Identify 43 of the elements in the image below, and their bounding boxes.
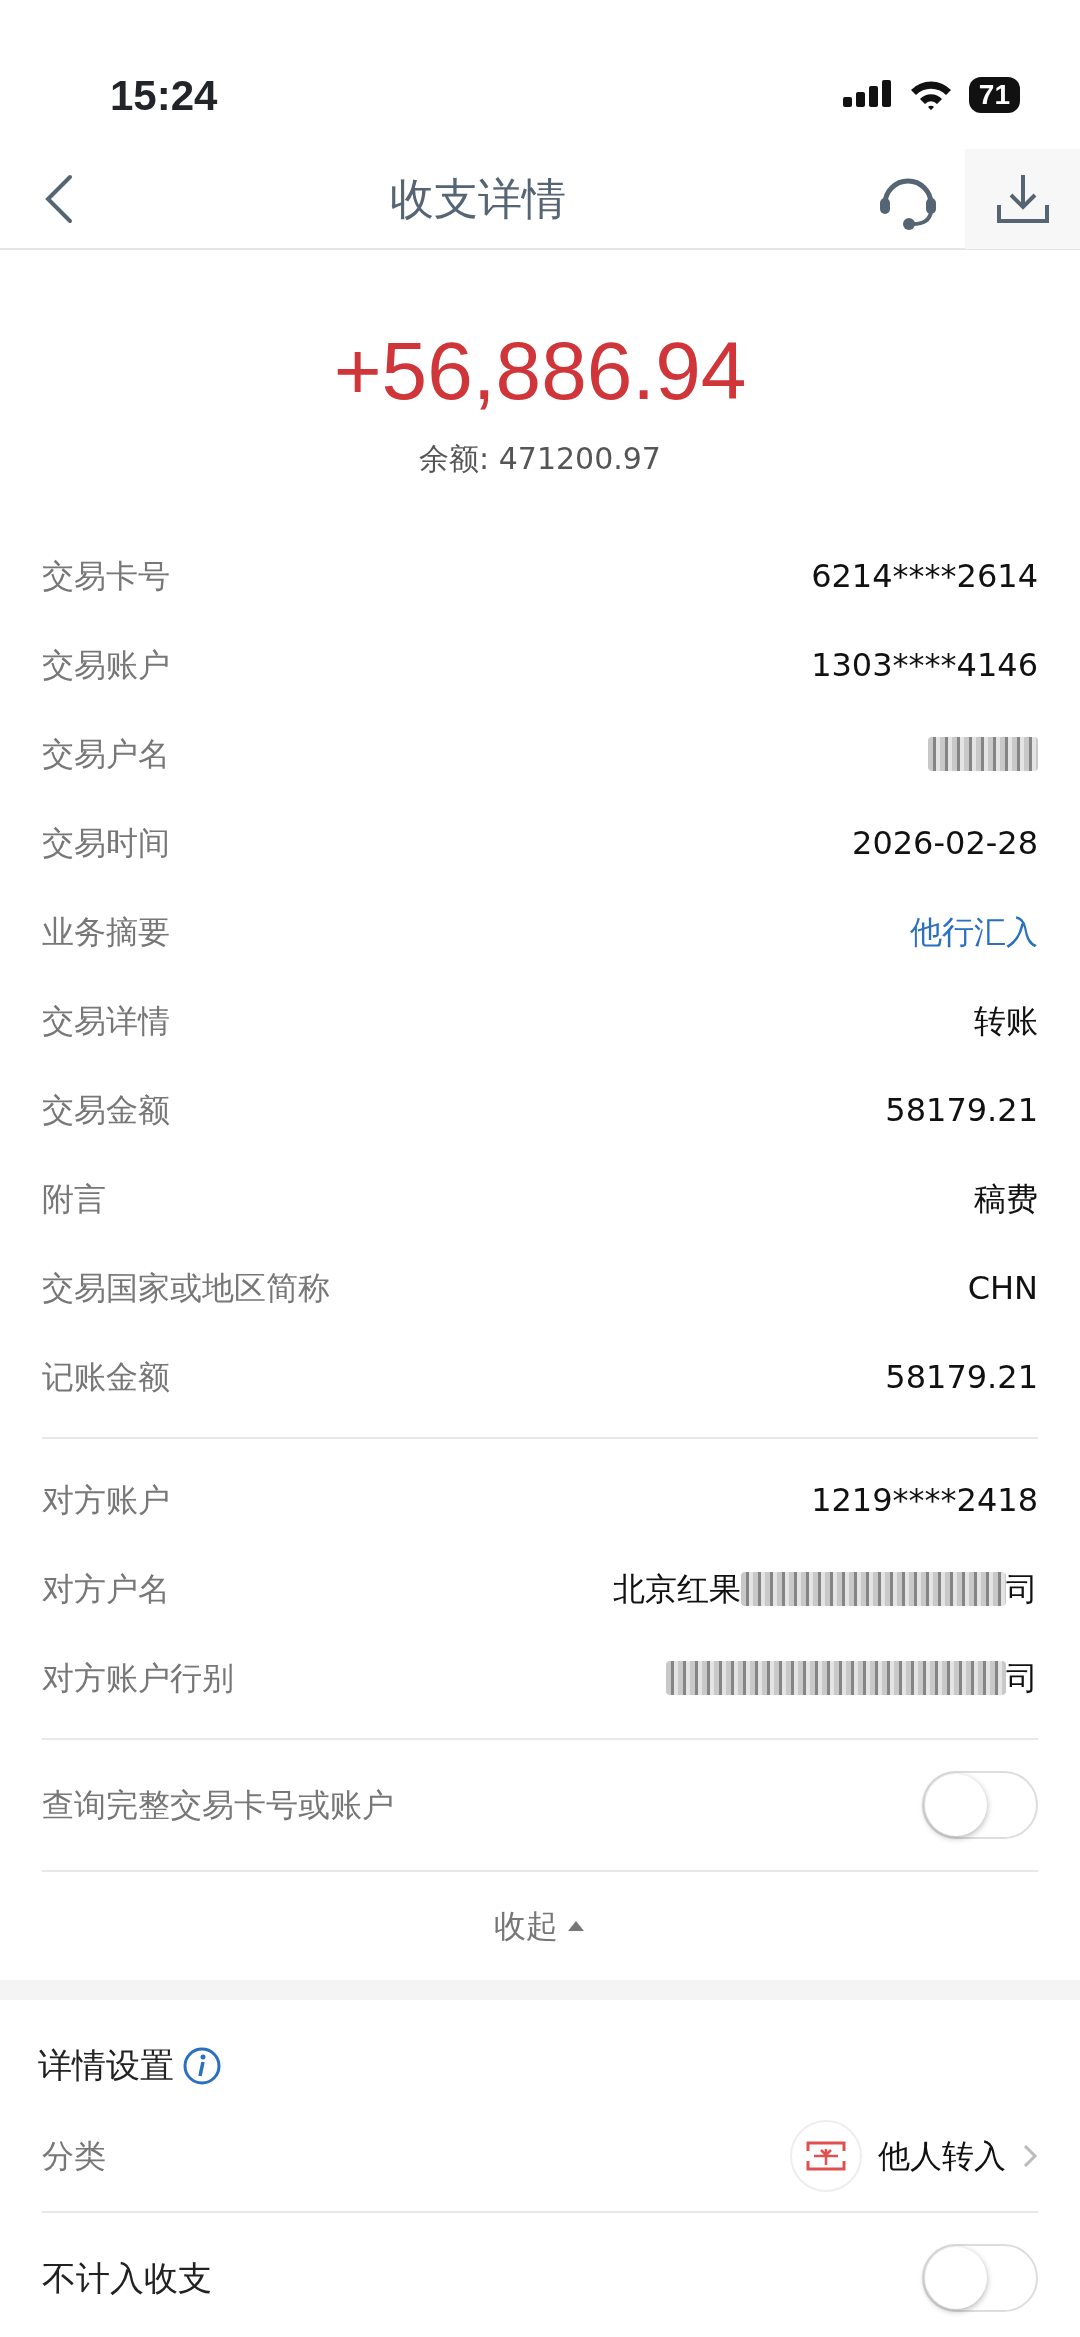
field-label: 交易详情 [42, 1000, 170, 1042]
toggle-switch[interactable] [922, 2244, 1038, 2312]
amount: +56,886.94 [333, 330, 747, 412]
field-label: 对方户名 [42, 1568, 170, 1610]
field-value: 北京红果 [613, 1568, 741, 1610]
balance-text: 余额: 471200.97 [419, 440, 661, 478]
status-time: 15:24 [110, 70, 218, 121]
category-selector[interactable]: 他人转入 [790, 2120, 1038, 2192]
field-value: 58179.21 [885, 1356, 1038, 1398]
field-label: 业务摘要 [42, 911, 170, 953]
field-label: 交易户名 [42, 733, 170, 775]
field-value: 2026-02-28 [852, 822, 1038, 864]
collapse-button[interactable]: 收起 [494, 1902, 586, 1950]
toggle-switch[interactable] [922, 1771, 1038, 1839]
download-button[interactable] [965, 149, 1080, 249]
field-label: 交易卡号 [42, 555, 170, 597]
field-value: 1219****2418 [811, 1479, 1038, 1521]
caret-icon [566, 1919, 586, 1933]
section-title: 详情设置 [38, 2044, 174, 2087]
field-label: 交易账户 [42, 644, 170, 686]
field-label: 交易时间 [42, 822, 170, 864]
field-value: 1303****4146 [811, 644, 1038, 686]
field-value: 司 [1006, 1568, 1038, 1610]
field-link[interactable]: 他行汇入 [910, 907, 1038, 956]
field-label: 附言 [42, 1178, 106, 1220]
field-label: 交易金额 [42, 1089, 170, 1131]
field-label: 对方账户行别 [42, 1657, 234, 1699]
field-label: 交易国家或地区简称 [42, 1267, 330, 1309]
toggle-label: 查询完整交易卡号或账户 [42, 1785, 394, 1826]
page-title: 收支详情 [389, 172, 566, 226]
transfer-icon [790, 2120, 862, 2192]
field-value: 稿费 [974, 1178, 1038, 1220]
field-label: 分类 [42, 2136, 106, 2177]
field-value: 58179.21 [885, 1089, 1038, 1131]
field-label: 对方账户 [42, 1479, 170, 1521]
field-value: 6214****2614 [811, 555, 1038, 597]
info-icon[interactable] [182, 2045, 222, 2086]
field-value: CHN [967, 1267, 1038, 1309]
field-label: 记账金额 [42, 1356, 170, 1398]
field-value: 转账 [974, 1000, 1038, 1042]
field-value: 司 [1006, 1657, 1038, 1699]
toggle-label: 不计入收支 [42, 2256, 212, 2300]
battery-level: 71 [968, 77, 1020, 113]
